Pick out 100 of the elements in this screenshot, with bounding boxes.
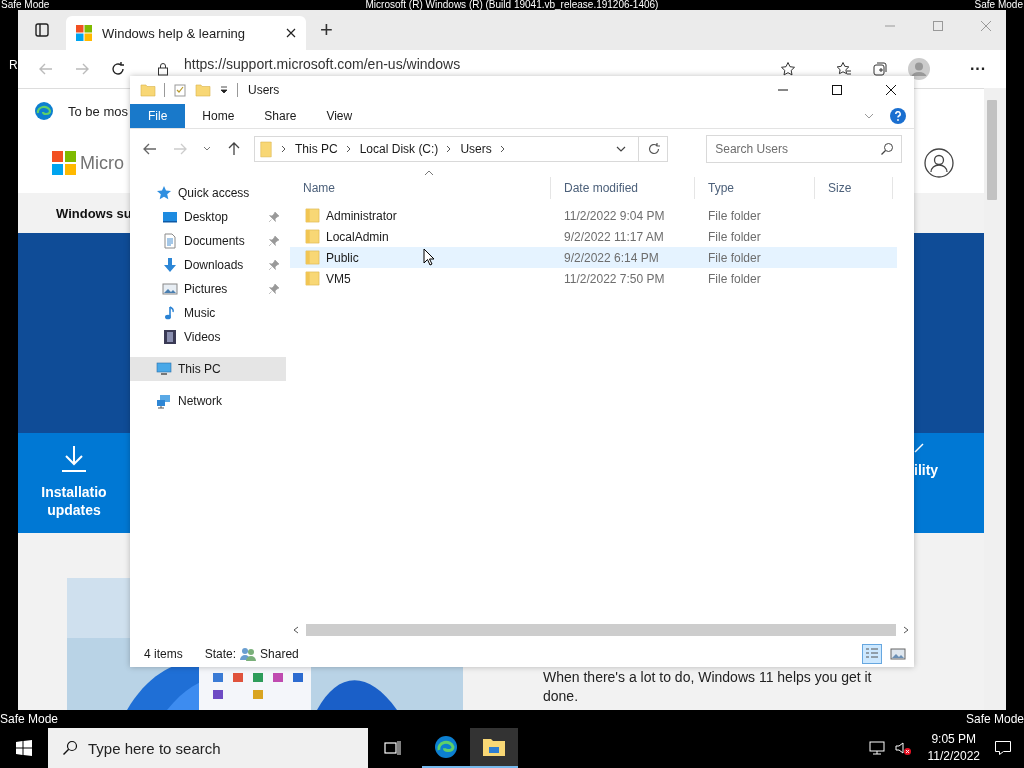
pin-icon[interactable] [268, 211, 280, 223]
nav-item[interactable]: Music [130, 301, 286, 325]
close-icon[interactable] [885, 84, 897, 96]
tile-title[interactable]: ility [914, 461, 939, 479]
pin-icon[interactable] [268, 283, 280, 295]
taskbar-search-field[interactable]: Type here to search [48, 728, 368, 768]
file-row[interactable]: Public 9/2/2022 6:14 PM File folder [290, 247, 897, 268]
download-arrow-icon [162, 257, 178, 273]
clock-time[interactable]: 9:05 PM [931, 731, 977, 748]
up-icon[interactable] [226, 141, 242, 157]
nav-item[interactable]: Network [130, 389, 286, 413]
column-header[interactable]: Type [695, 177, 815, 199]
scroll-right-icon[interactable] [902, 626, 910, 634]
taskbar-app[interactable] [470, 728, 518, 768]
folder-icon [259, 139, 273, 159]
breadcrumb[interactable]: Local Disk (C:) [359, 142, 439, 156]
url-text[interactable]: https://support.microsoft.com/en-us/windows [184, 56, 461, 72]
profile-avatar-icon[interactable] [908, 58, 930, 80]
date-cell-text: 11/2/2022 7:50 PM [563, 271, 666, 286]
pin-icon[interactable] [268, 259, 280, 271]
info-bar-text: To be mos [68, 103, 128, 119]
new-tab-button[interactable]: + [314, 17, 339, 43]
network-icon[interactable] [867, 740, 886, 756]
search-icon [880, 142, 894, 156]
lock-icon [156, 62, 170, 76]
help-icon[interactable] [890, 108, 906, 124]
file-row[interactable]: LocalAdmin 9/2/2022 11:17 AM File folder [290, 226, 914, 247]
star-icon [156, 185, 172, 201]
collections-icon[interactable] [872, 61, 888, 77]
add-favorite-icon[interactable] [780, 61, 796, 77]
search-icon [62, 740, 78, 756]
refresh-icon[interactable] [110, 61, 126, 77]
ribbon-tab[interactable]: File [130, 104, 186, 128]
address-bar[interactable]: This PC Local Disk (C:) Users [254, 136, 669, 162]
nav-item[interactable]: This PC [130, 357, 286, 381]
column-header[interactable]: Size [815, 177, 893, 199]
shared-users-icon [240, 646, 257, 662]
back-icon[interactable] [142, 141, 158, 157]
folder-icon [305, 271, 320, 286]
type-cell-text: File folder [707, 208, 762, 223]
nav-item[interactable]: Pictures [130, 277, 286, 301]
network-icon [156, 393, 172, 409]
file-name: VM5 [326, 271, 351, 286]
history-dropdown-icon[interactable] [616, 144, 627, 154]
tab-actions-icon[interactable] [34, 22, 50, 38]
pin-icon[interactable] [268, 235, 280, 247]
promo-text: When there's a lot to do, Windows 11 helps you get it done. [543, 668, 873, 706]
scroll-left-icon[interactable] [292, 626, 300, 634]
safe-mode-label: Safe Mode [974, 0, 1023, 10]
notifications-icon[interactable] [994, 739, 1012, 757]
film-icon [162, 329, 178, 345]
expand-ribbon-icon[interactable] [864, 111, 874, 121]
microsoft-logo-icon [52, 151, 76, 175]
account-icon[interactable] [924, 148, 954, 178]
breadcrumb[interactable]: Users [460, 142, 492, 156]
folder-icon [305, 250, 320, 265]
task-view-icon[interactable] [382, 738, 402, 758]
customize-dropdown-icon[interactable] [219, 85, 229, 95]
type-cell-text: File folder [707, 250, 762, 265]
nav-item[interactable]: Videos [130, 325, 286, 349]
chevron-icon[interactable] [281, 145, 287, 153]
desktop-icon [162, 209, 178, 225]
browser-tab[interactable]: Windows help & learning [66, 16, 306, 50]
file-row[interactable]: VM5 11/2/2022 7:50 PM File folder [290, 268, 914, 289]
file-name: LocalAdmin [326, 229, 389, 244]
folder-icon [140, 83, 156, 97]
vertical-scrollbar[interactable] [984, 88, 1006, 710]
tile-title[interactable]: Installatio updates [41, 483, 107, 519]
muted-volume-icon[interactable] [893, 740, 912, 756]
clock-date[interactable]: 11/2/2022 [927, 748, 980, 765]
computer-icon [156, 361, 172, 377]
nav-item[interactable]: Downloads [130, 253, 286, 277]
picture-icon [162, 281, 178, 297]
windows-logo-icon [76, 25, 92, 41]
maximize-icon[interactable] [831, 84, 843, 96]
search-field[interactable]: Search Users [706, 135, 902, 163]
date-cell-text: 9/2/2022 11:17 AM [563, 229, 665, 244]
state-label: State: [204, 647, 237, 661]
column-header[interactable]: Date modified [551, 177, 695, 199]
file-name: Administrator [326, 208, 397, 223]
column-header[interactable]: Name [290, 177, 551, 199]
close-icon[interactable] [286, 28, 296, 38]
document-icon [162, 233, 178, 249]
mouse-cursor-icon [423, 248, 435, 266]
file-row[interactable]: Administrator 11/2/2022 9:04 PM File folder [290, 205, 914, 226]
chevron-icon[interactable] [499, 145, 506, 153]
safe-mode-label: Safe Mode [965, 712, 1024, 726]
item-count: 4 items [144, 647, 183, 661]
chevron-icon[interactable] [446, 145, 453, 153]
more-button[interactable]: ··· [964, 59, 992, 79]
nav-item[interactable]: Desktop [130, 205, 286, 229]
nav-item[interactable]: Quick access [130, 181, 286, 205]
chevron-icon[interactable] [345, 145, 352, 153]
refresh-icon[interactable] [647, 142, 662, 156]
folder-icon [305, 229, 320, 244]
tab-title: Windows help & learning [102, 25, 247, 41]
nav-item[interactable]: Documents [130, 229, 286, 253]
breadcrumb[interactable]: This PC [295, 142, 338, 156]
favorites-icon[interactable] [836, 61, 852, 77]
start-icon[interactable] [16, 740, 32, 756]
